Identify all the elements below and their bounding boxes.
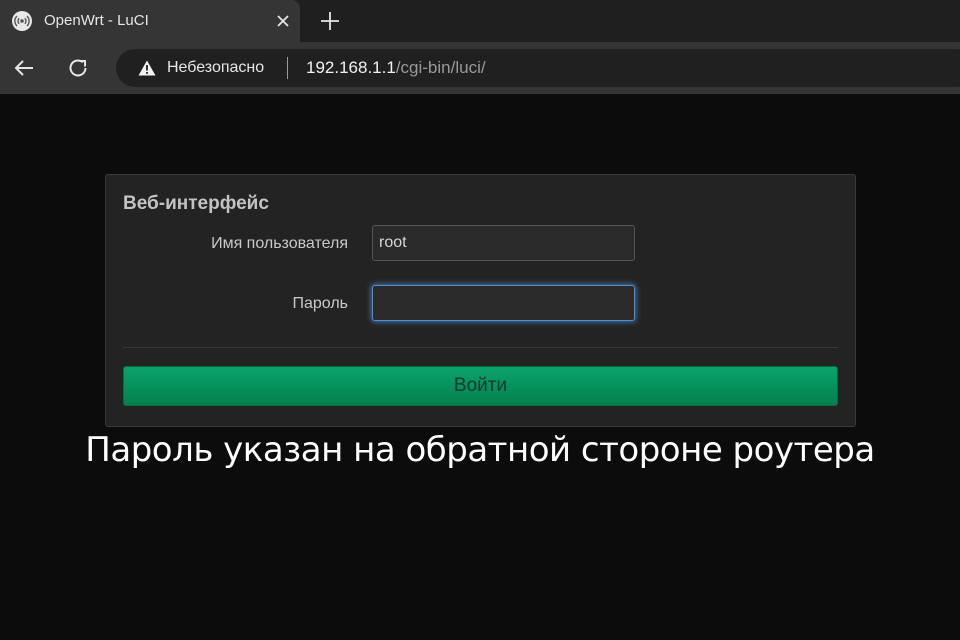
url-host: 192.168.1.1 (306, 58, 396, 77)
login-panel: Веб-интерфейс Имя пользователя Пароль Во… (105, 174, 856, 427)
panel-title: Веб-интерфейс (123, 193, 269, 214)
tab-title: OpenWrt - LuCI (44, 12, 149, 29)
form-divider (123, 347, 838, 348)
address-bar[interactable]: Небезопасно 192.168.1.1/cgi-bin/luci/ (116, 49, 960, 87)
reload-icon[interactable] (66, 56, 90, 80)
caption-overlay: Пароль указан на обратной стороне роутер… (85, 430, 875, 470)
tab-strip: OpenWrt - LuCI (0, 0, 960, 42)
new-tab-plus-icon[interactable] (318, 9, 342, 33)
security-status-label[interactable]: Небезопасно (167, 58, 264, 78)
url-separator (287, 57, 288, 79)
tab-openwrt-luci[interactable]: OpenWrt - LuCI (0, 0, 300, 42)
wireless-favicon-icon (12, 11, 32, 31)
browser-chrome: OpenWrt - LuCI Небезопасно 192.168.1.1/c… (0, 0, 960, 94)
warning-triangle-icon[interactable] (138, 60, 156, 76)
url-text[interactable]: 192.168.1.1/cgi-bin/luci/ (306, 58, 486, 78)
password-label: Пароль (292, 295, 348, 312)
close-tab-icon[interactable] (273, 11, 293, 31)
username-label: Имя пользователя (211, 235, 348, 252)
password-input[interactable] (372, 285, 635, 321)
url-path: /cgi-bin/luci/ (395, 58, 486, 77)
back-arrow-icon[interactable] (12, 56, 36, 80)
username-input[interactable] (372, 225, 635, 261)
login-button[interactable]: Войти (123, 366, 838, 406)
